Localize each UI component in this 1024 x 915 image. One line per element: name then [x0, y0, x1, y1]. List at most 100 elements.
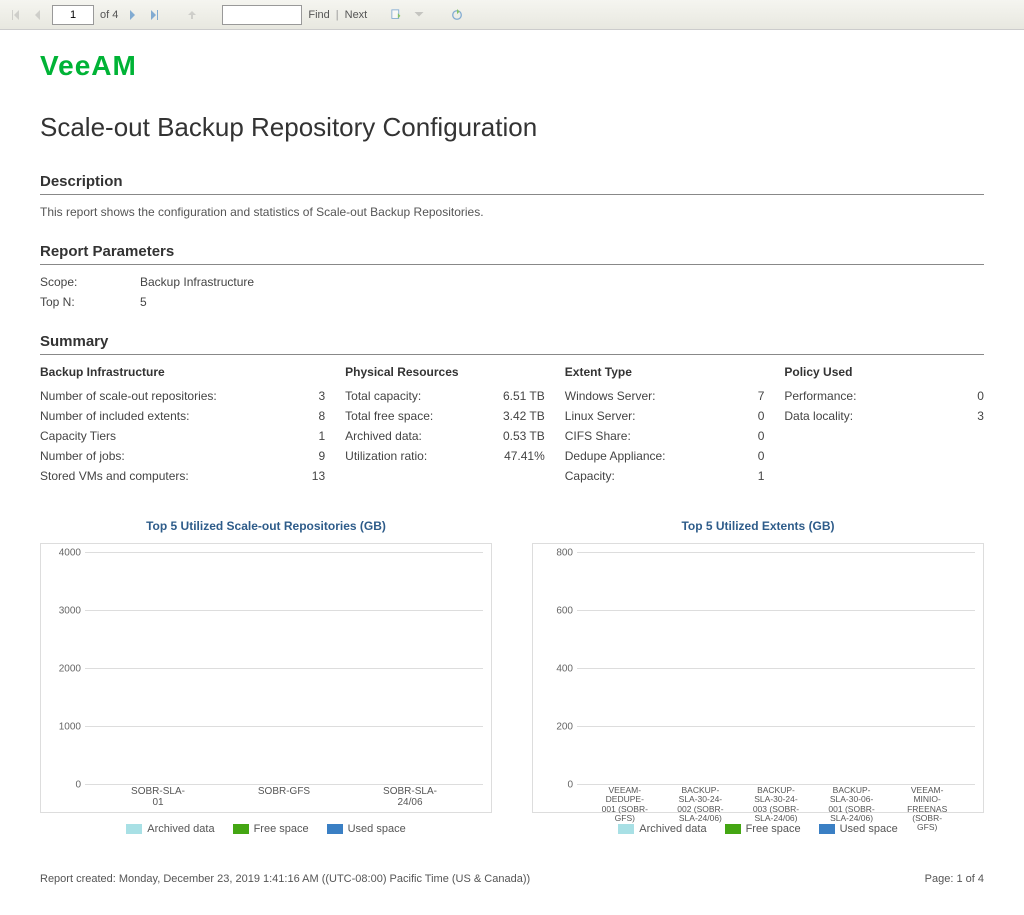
chart-title: Top 5 Utilized Extents (GB)	[532, 519, 984, 533]
summary-label: Linux Server:	[565, 409, 636, 423]
col-heading: Policy Used	[784, 365, 984, 379]
summary-label: Dedupe Appliance:	[565, 449, 666, 463]
summary-value: 6.51 TB	[495, 389, 545, 403]
summary-label: Utilization ratio:	[345, 449, 427, 463]
summary-row: Stored VMs and computers: 13	[40, 469, 325, 483]
summary-value: 1	[275, 429, 325, 443]
page-of-label: of 4	[100, 9, 118, 21]
summary-value: 9	[275, 449, 325, 463]
summary-label: Capacity Tiers	[40, 429, 116, 443]
chart-legend: Archived data Free space Used space	[40, 823, 492, 835]
summary-label: Stored VMs and computers:	[40, 469, 189, 483]
col-heading: Extent Type	[565, 365, 765, 379]
x-tick-label: SOBR-SLA-24/06	[380, 786, 440, 810]
y-tick-label: 1000	[45, 722, 81, 733]
toolbar-separator: |	[336, 9, 339, 21]
summary-value: 3	[934, 409, 984, 423]
description-text: This report shows the configuration and …	[40, 205, 984, 219]
summary-col-policy: Policy Used Performance: 0 Data locality:3	[784, 365, 984, 489]
col-heading: Backup Infrastructure	[40, 365, 325, 379]
summary-row: Data locality:3	[784, 409, 984, 423]
summary-value: 0	[934, 389, 984, 403]
summary-row: Number of scale-out repositories: 3	[40, 389, 325, 403]
summary-value: 47.41%	[495, 449, 545, 463]
find-input[interactable]	[222, 5, 302, 25]
summary-row: Total capacity: 6.51 TB	[345, 389, 545, 403]
report-params-heading: Report Parameters	[40, 243, 984, 265]
export-dropdown-icon[interactable]	[411, 7, 427, 23]
summary-row: Total free space:3.42 TB	[345, 409, 545, 423]
legend-swatch-free	[725, 824, 741, 834]
chart-repositories: Top 5 Utilized Scale-out Repositories (G…	[40, 519, 492, 835]
y-tick-label: 200	[537, 722, 573, 733]
summary-value: 0	[714, 409, 764, 423]
x-tick-label: VEEAM-MINIO-FREENAS (SOBR-GFS)	[903, 786, 951, 810]
summary-value: 13	[275, 469, 325, 483]
legend-swatch-used	[327, 824, 343, 834]
summary-row: Linux Server: 0	[565, 409, 765, 423]
summary-value: 3.42 TB	[495, 409, 545, 423]
y-tick-label: 0	[45, 780, 81, 791]
summary-row: Number of jobs: 9	[40, 449, 325, 463]
next-page-icon[interactable]	[124, 7, 140, 23]
veeam-logo: VeeAM	[40, 50, 984, 82]
summary-row: Capacity Tiers 1	[40, 429, 325, 443]
y-tick-label: 4000	[45, 548, 81, 559]
y-tick-label: 400	[537, 664, 573, 675]
x-tick-label: SOBR-GFS	[254, 786, 314, 810]
summary-grid: Backup Infrastructure Number of scale-ou…	[40, 365, 984, 489]
report-footer: Report created: Monday, December 23, 201…	[40, 865, 984, 885]
chart-title: Top 5 Utilized Scale-out Repositories (G…	[40, 519, 492, 533]
find-next-button[interactable]: Next	[345, 9, 368, 21]
summary-label: Total capacity:	[345, 389, 421, 403]
find-button[interactable]: Find	[308, 9, 329, 21]
x-tick-label: VEEAM-DEDUPE-001 (SOBR-GFS)	[601, 786, 649, 810]
refresh-icon[interactable]	[449, 7, 465, 23]
legend-swatch-used	[819, 824, 835, 834]
col-heading: Physical Resources	[345, 365, 545, 379]
summary-label: Windows Server:	[565, 389, 656, 403]
description-heading: Description	[40, 173, 984, 195]
summary-row: CIFS Share:0	[565, 429, 765, 443]
summary-row: Number of included extents:8	[40, 409, 325, 423]
scope-value: Backup Infrastructure	[140, 275, 254, 289]
legend-swatch-archived	[618, 824, 634, 834]
chart-extents: Top 5 Utilized Extents (GB) 020040060080…	[532, 519, 984, 835]
summary-row: Archived data:0.53 TB	[345, 429, 545, 443]
scope-label: Scope:	[40, 275, 100, 289]
summary-row: Utilization ratio: 47.41%	[345, 449, 545, 463]
first-page-icon[interactable]	[8, 7, 24, 23]
topn-value: 5	[140, 295, 147, 309]
page-title: Scale-out Backup Repository Configuratio…	[40, 112, 984, 143]
summary-value: 3	[275, 389, 325, 403]
legend-label: Free space	[746, 823, 801, 835]
x-tick-label: SOBR-SLA-01	[128, 786, 188, 810]
summary-row: Dedupe Appliance:0	[565, 449, 765, 463]
summary-col-physical: Physical Resources Total capacity: 6.51 T…	[345, 365, 545, 489]
summary-label: Capacity:	[565, 469, 615, 483]
legend-label: Archived data	[639, 823, 706, 835]
y-tick-label: 600	[537, 606, 573, 617]
report-toolbar: of 4 Find | Next	[0, 0, 1024, 30]
y-tick-label: 3000	[45, 606, 81, 617]
legend-label: Used space	[840, 823, 898, 835]
last-page-icon[interactable]	[146, 7, 162, 23]
y-tick-label: 2000	[45, 664, 81, 675]
prev-page-icon[interactable]	[30, 7, 46, 23]
y-tick-label: 0	[537, 780, 573, 791]
legend-swatch-archived	[126, 824, 142, 834]
summary-label: Performance:	[784, 389, 856, 403]
parent-report-icon[interactable]	[184, 7, 200, 23]
x-tick-label: BACKUP-SLA-30-24-002 (SOBR-SLA-24/06)	[676, 786, 724, 810]
footer-created-value: Monday, December 23, 2019 1:41:16 AM ((U…	[119, 873, 530, 885]
summary-value: 0.53 TB	[495, 429, 545, 443]
export-icon[interactable]	[389, 7, 405, 23]
summary-value: 1	[714, 469, 764, 483]
x-tick-label: BACKUP-SLA-30-24-003 (SOBR-SLA-24/06)	[752, 786, 800, 810]
summary-label: Number of scale-out repositories:	[40, 389, 217, 403]
summary-value: 0	[714, 429, 764, 443]
page-number-input[interactable]	[52, 5, 94, 25]
legend-label: Archived data	[147, 823, 214, 835]
topn-label: Top N:	[40, 295, 100, 309]
summary-label: Number of jobs:	[40, 449, 125, 463]
